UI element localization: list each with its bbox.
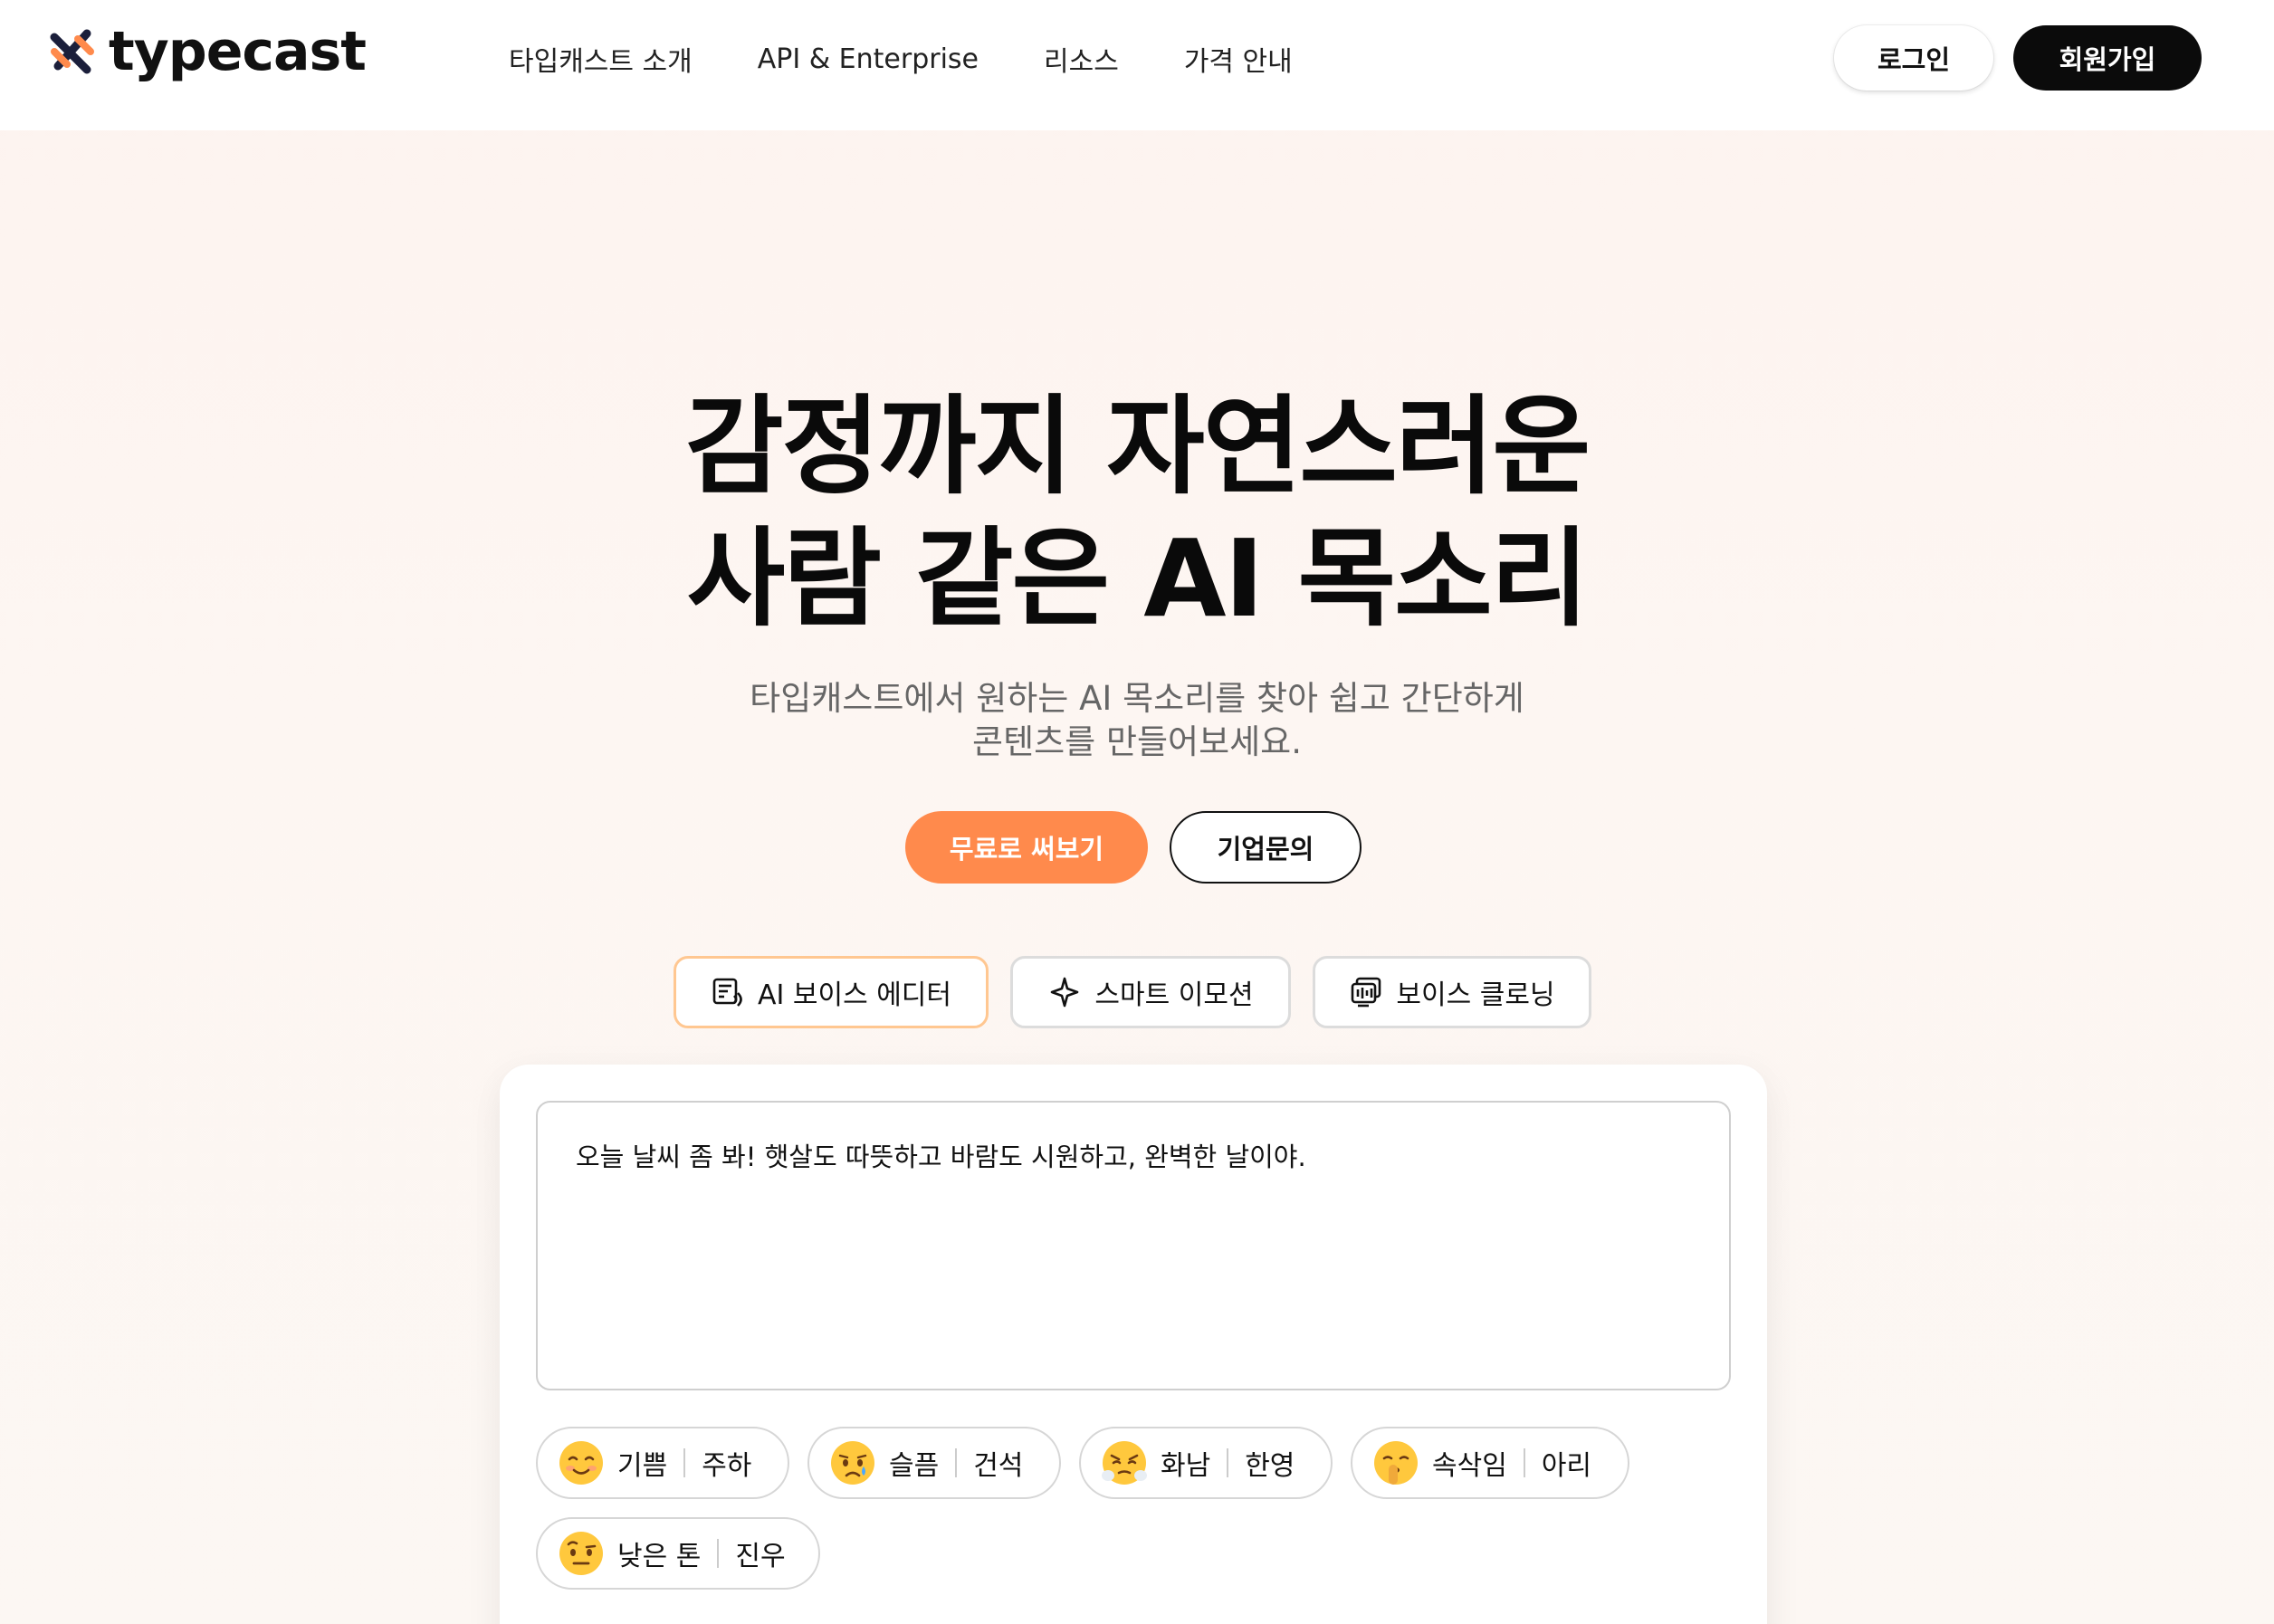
enterprise-inquiry-button[interactable]: 기업문의 (1170, 811, 1362, 884)
emotion-chip-joy[interactable]: 기쁨 주하 (536, 1427, 789, 1499)
tab-smart-emotion[interactable]: 스마트 이모션 (1010, 956, 1291, 1028)
site-header: typecast 타입캐스트 소개 API & Enterprise 리소스 가… (0, 0, 2274, 130)
hero-subtitle-line-1: 타입캐스트에서 원하는 AI 목소리를 찾아 쉽고 간단하게 (750, 679, 1524, 718)
voice-actor-name: 아리 (1541, 1450, 1592, 1482)
hero-title: 감정까지 자연스러운 사람 같은 AI 목소리 (0, 380, 2274, 645)
emotion-label: 기쁨 (617, 1450, 668, 1482)
hero-subtitle-line-2: 콘텐츠를 만들어보세요. (972, 722, 1302, 761)
try-free-button[interactable]: 무료로 써보기 (905, 811, 1148, 884)
nav-item-about[interactable]: 타입캐스트 소개 (509, 39, 693, 79)
tab-voice-cloning[interactable]: 보이스 클로닝 (1313, 956, 1591, 1028)
voice-editor-card: 오늘 날씨 좀 봐! 햇살도 따뜻하고 바람도 시원하고, 완벽한 날이야. 기… (500, 1065, 1767, 1624)
shushing-face-icon (1374, 1441, 1418, 1485)
nav-item-api-enterprise[interactable]: API & Enterprise (758, 43, 979, 75)
main-nav: 타입캐스트 소개 API & Enterprise 리소스 가격 안내 (509, 36, 1293, 81)
voice-editor-icon (712, 978, 742, 1007)
smiling-face-icon (559, 1441, 603, 1485)
chip-divider (683, 1448, 686, 1477)
sparkle-icon (1051, 977, 1079, 1008)
chip-divider (1227, 1448, 1229, 1477)
hero-subtitle: 타입캐스트에서 원하는 AI 목소리를 찾아 쉽고 간단하게 콘텐츠를 만들어보… (0, 677, 2274, 764)
chip-divider (717, 1539, 720, 1568)
emotion-chip-sadness[interactable]: 슬픔 건석 (807, 1427, 1061, 1499)
steam-face-icon (1102, 1441, 1147, 1485)
typecast-logo[interactable]: typecast (45, 20, 367, 83)
nav-item-pricing[interactable]: 가격 안내 (1184, 39, 1293, 79)
emotion-chip-anger[interactable]: 화남 한영 (1079, 1427, 1333, 1499)
chip-divider (1523, 1448, 1525, 1477)
raised-eyebrow-face-icon (559, 1532, 603, 1575)
voice-actor-name: 주하 (702, 1450, 752, 1482)
signup-button[interactable]: 회원가입 (2013, 25, 2202, 91)
voice-cloning-icon (1352, 977, 1381, 1008)
emotion-label: 속삭임 (1432, 1450, 1507, 1482)
voice-actor-name: 진우 (735, 1541, 786, 1572)
typecast-logo-icon (50, 29, 94, 74)
login-button[interactable]: 로그인 (1834, 25, 1993, 91)
tab-label: 스마트 이모션 (1094, 979, 1254, 1011)
voice-actor-name: 한영 (1245, 1450, 1295, 1482)
tab-label: 보이스 클로닝 (1396, 979, 1555, 1011)
emotion-label: 낮은 톤 (617, 1541, 702, 1572)
logo-wordmark: typecast (109, 20, 367, 83)
crying-face-icon (831, 1441, 874, 1485)
nav-item-resources[interactable]: 리소스 (1044, 39, 1119, 79)
emotion-label: 화남 (1161, 1450, 1211, 1482)
tab-ai-voice-editor[interactable]: AI 보이스 에디터 (674, 956, 989, 1028)
emotion-chip-whisper[interactable]: 속삭임 아리 (1351, 1427, 1629, 1499)
emotion-chip-low-tone[interactable]: 낮은 톤 진우 (536, 1517, 820, 1590)
emotion-label: 슬픔 (889, 1450, 940, 1482)
script-text-input[interactable]: 오늘 날씨 좀 봐! 햇살도 따뜻하고 바람도 시원하고, 완벽한 날이야. (536, 1101, 1731, 1390)
chip-divider (955, 1448, 958, 1477)
tab-label: AI 보이스 에디터 (757, 979, 952, 1011)
hero-title-line-1: 감정까지 자연스러운 (684, 384, 1591, 509)
hero-title-line-2: 사람 같은 AI 목소리 (686, 516, 1589, 641)
voice-actor-name: 건석 (973, 1450, 1024, 1482)
